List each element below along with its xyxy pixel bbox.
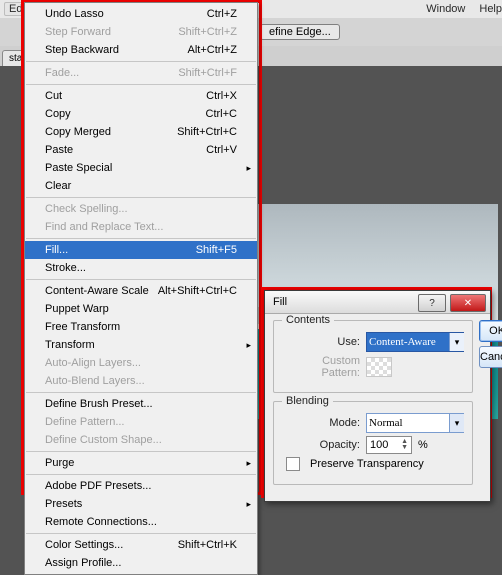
cancel-button[interactable]: Cancel xyxy=(479,346,502,368)
close-icon[interactable]: ✕ xyxy=(450,294,486,312)
fill-dialog: Fill ? ✕ Contents Use: Content-Aware▾ Cu… xyxy=(264,290,491,502)
dialog-titlebar[interactable]: Fill ? ✕ xyxy=(265,291,490,314)
mi-puppet-warp[interactable]: Puppet Warp xyxy=(25,300,257,318)
preserve-transparency-label: Preserve Transparency xyxy=(310,458,424,470)
mi-transform[interactable]: Transform xyxy=(25,336,257,354)
mi-clear[interactable]: Clear xyxy=(25,177,257,195)
mi-copy[interactable]: CopyCtrl+C xyxy=(25,105,257,123)
opacity-label: Opacity: xyxy=(282,439,360,451)
mi-remote-connections[interactable]: Remote Connections... xyxy=(25,513,257,531)
mi-assign-profile[interactable]: Assign Profile... xyxy=(25,554,257,572)
mi-stroke[interactable]: Stroke... xyxy=(25,259,257,277)
mi-color-settings[interactable]: Color Settings...Shift+Ctrl+K xyxy=(25,536,257,554)
opacity-percent: % xyxy=(418,439,428,451)
mi-define-shape: Define Custom Shape... xyxy=(25,431,257,449)
mi-define-brush[interactable]: Define Brush Preset... xyxy=(25,395,257,413)
mi-content-aware-scale[interactable]: Content-Aware ScaleAlt+Shift+Ctrl+C xyxy=(25,282,257,300)
ok-button[interactable]: OK xyxy=(479,320,502,342)
mode-dropdown[interactable]: Normal▾ xyxy=(366,413,464,433)
menu-help[interactable]: Help xyxy=(479,3,502,15)
preserve-transparency-checkbox[interactable] xyxy=(286,457,300,471)
mode-label: Mode: xyxy=(282,417,360,429)
mi-copy-merged[interactable]: Copy MergedShift+Ctrl+C xyxy=(25,123,257,141)
chevron-down-icon: ▾ xyxy=(449,414,464,432)
mi-paste-special[interactable]: Paste Special xyxy=(25,159,257,177)
mi-define-pattern: Define Pattern... xyxy=(25,413,257,431)
mi-fade: Fade...Shift+Ctrl+F xyxy=(25,64,257,82)
mi-undo[interactable]: Undo LassoCtrl+Z xyxy=(25,5,257,23)
contents-group: Contents Use: Content-Aware▾ Custom Patt… xyxy=(273,320,473,393)
use-dropdown[interactable]: Content-Aware▾ xyxy=(366,332,464,352)
blending-legend: Blending xyxy=(282,395,333,407)
mi-free-transform[interactable]: Free Transform xyxy=(25,318,257,336)
blending-group: Blending Mode: Normal▾ Opacity: 100▲▼ % … xyxy=(273,401,473,485)
edit-menu-dropdown: Undo LassoCtrl+Z Step ForwardShift+Ctrl+… xyxy=(24,2,258,575)
custom-pattern-swatch xyxy=(366,357,392,377)
refine-edge-button[interactable]: efine Edge... xyxy=(260,24,340,40)
mi-presets[interactable]: Presets xyxy=(25,495,257,513)
contents-legend: Contents xyxy=(282,314,334,326)
help-icon[interactable]: ? xyxy=(418,294,446,312)
mi-find-replace: Find and Replace Text... xyxy=(25,218,257,236)
chevron-down-icon: ▾ xyxy=(449,333,464,351)
mi-paste[interactable]: PasteCtrl+V xyxy=(25,141,257,159)
mi-pdf-presets[interactable]: Adobe PDF Presets... xyxy=(25,477,257,495)
mi-step-forward: Step ForwardShift+Ctrl+Z xyxy=(25,23,257,41)
custom-pattern-label: Custom Pattern: xyxy=(282,355,360,379)
mi-check-spelling: Check Spelling... xyxy=(25,200,257,218)
mi-cut[interactable]: CutCtrl+X xyxy=(25,87,257,105)
mi-step-backward[interactable]: Step BackwardAlt+Ctrl+Z xyxy=(25,41,257,59)
use-label: Use: xyxy=(282,336,360,348)
mi-auto-blend: Auto-Blend Layers... xyxy=(25,372,257,390)
dialog-title: Fill xyxy=(273,296,287,308)
mi-fill[interactable]: Fill...Shift+F5 xyxy=(25,241,257,259)
mi-auto-align: Auto-Align Layers... xyxy=(25,354,257,372)
opacity-input[interactable]: 100▲▼ xyxy=(366,436,412,454)
menu-window[interactable]: Window xyxy=(426,3,465,15)
mi-purge[interactable]: Purge xyxy=(25,454,257,472)
